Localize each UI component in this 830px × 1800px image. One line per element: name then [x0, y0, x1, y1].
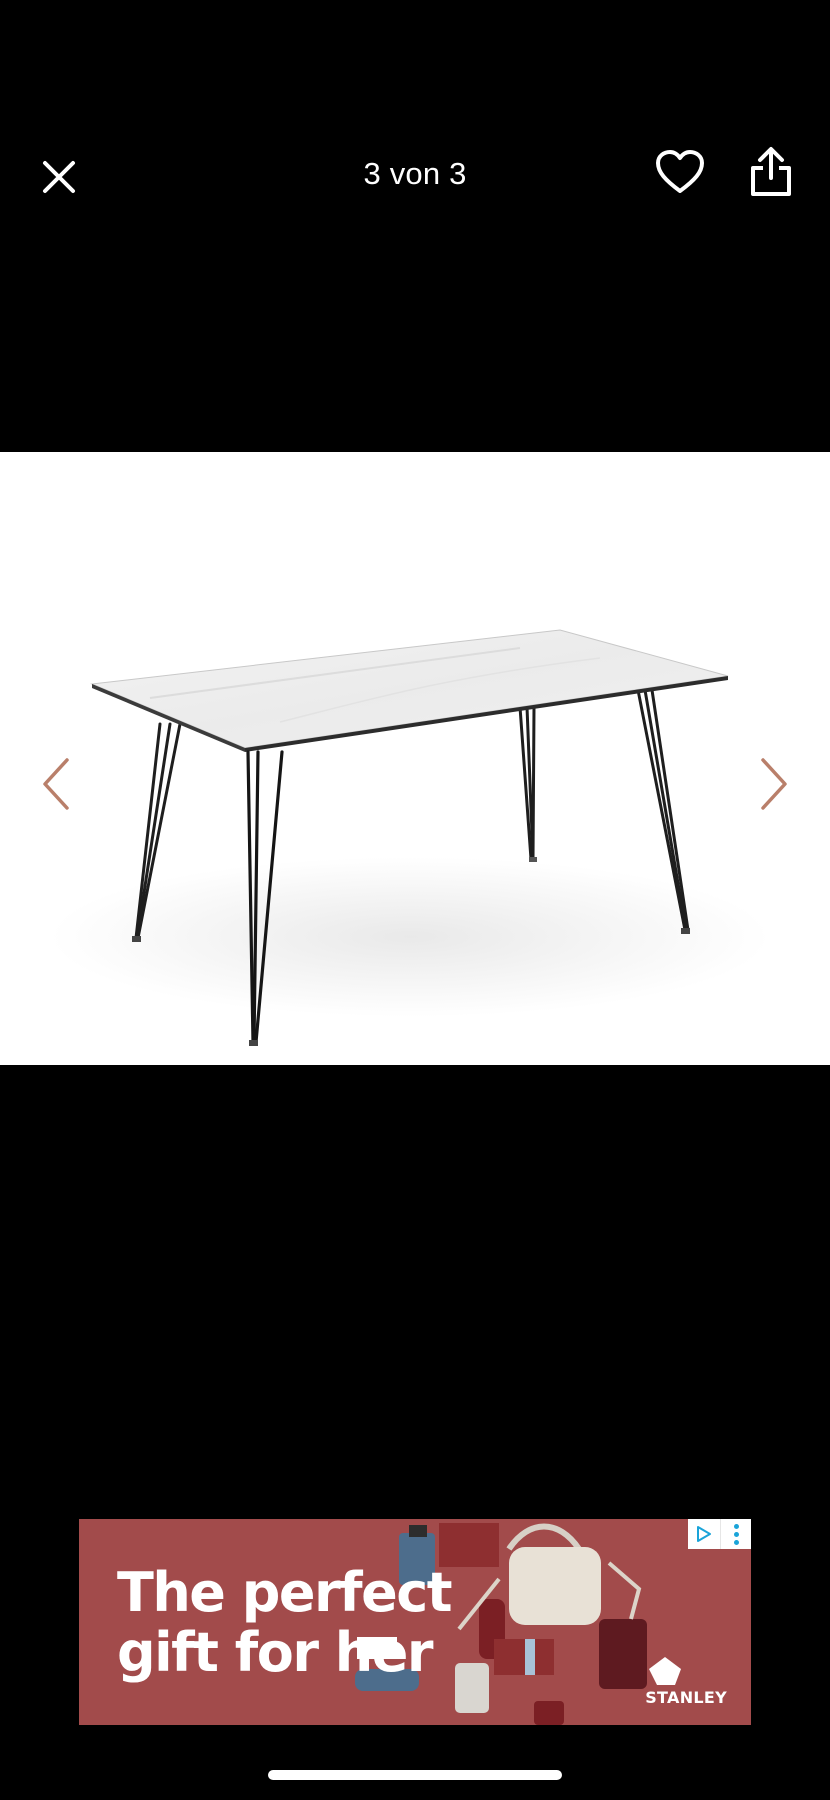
viewer-top-bar: 3 von 3	[0, 138, 830, 208]
advertisement-banner[interactable]: The perfect gift for her STANLEY	[79, 1519, 751, 1725]
home-indicator[interactable]	[268, 1770, 562, 1780]
next-image-button[interactable]	[754, 754, 794, 814]
ad-choices-badge[interactable]	[688, 1519, 751, 1549]
heart-icon	[656, 150, 704, 193]
chevron-left-icon	[43, 758, 69, 810]
table-illustration	[50, 629, 770, 1046]
ad-more-options-icon[interactable]	[721, 1519, 751, 1549]
product-image[interactable]	[0, 452, 830, 1065]
close-icon	[43, 161, 75, 193]
ad-headline-line2: gift for her	[117, 1621, 434, 1684]
ad-brand-logo: STANLEY	[645, 1688, 727, 1707]
image-counter: 3 von 3	[363, 156, 467, 191]
ad-choices-icon[interactable]	[688, 1519, 721, 1549]
ad-headline-line1: The perfect	[117, 1561, 453, 1624]
previous-image-button[interactable]	[36, 754, 76, 814]
share-icon	[751, 147, 791, 196]
ad-headline: The perfect gift for her	[117, 1561, 453, 1684]
photo-viewer-screen: 3 von 3 The perfect gift for her STANLEY	[0, 0, 830, 1800]
close-button[interactable]	[34, 152, 84, 202]
favorite-button[interactable]	[650, 144, 710, 200]
chevron-right-icon	[761, 758, 787, 810]
share-button[interactable]	[740, 142, 802, 202]
